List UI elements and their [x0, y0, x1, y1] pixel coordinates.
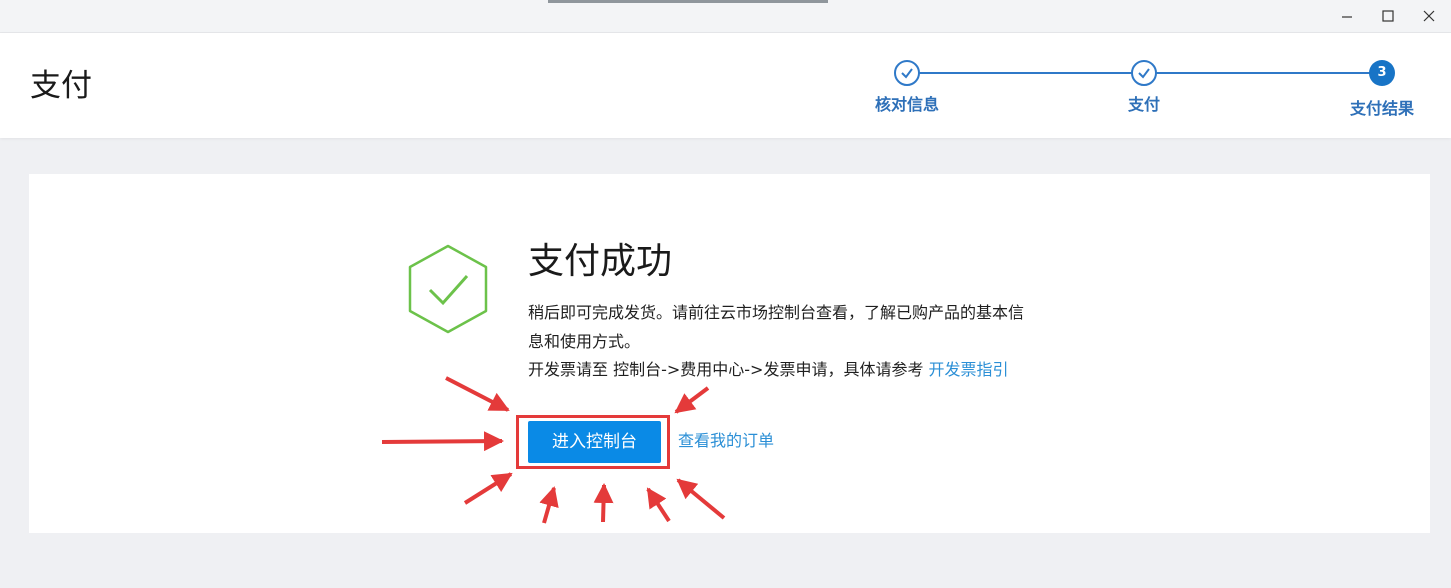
invoice-instruction: 开发票请至 控制台->费用中心->发票申请，具体请参考 开发票指引: [528, 360, 1009, 380]
close-icon[interactable]: [1419, 6, 1439, 26]
maximize-icon[interactable]: [1378, 6, 1398, 26]
result-description-line2: 息和使用方式。: [528, 332, 641, 351]
enter-console-button[interactable]: 进入控制台: [528, 421, 661, 463]
result-description-line1: 稍后即可完成发货。请前往云市场控制台查看，了解已购产品的基本信: [528, 303, 1025, 322]
view-orders-link[interactable]: 查看我的订单: [678, 431, 774, 451]
step-check-icon: [894, 60, 920, 86]
page-title: 支付: [30, 68, 92, 104]
step-current-number: 3: [1369, 60, 1395, 86]
invoice-guide-link[interactable]: 开发票指引: [929, 360, 1009, 379]
result-card: 支付成功 稍后即可完成发货。请前往云市场控制台查看，了解已购产品的基本信 息和使…: [29, 174, 1430, 533]
step-check-icon: [1131, 60, 1157, 86]
invoice-instruction-text: 开发票请至 控制台->费用中心->发票申请，具体请参考: [528, 360, 929, 379]
result-title: 支付成功: [528, 241, 673, 282]
window-titlebar: [0, 0, 1451, 33]
step-label-result: 支付结果: [1349, 99, 1414, 118]
page-header: 支付 3 核对信息 支付 支付结果: [0, 33, 1451, 138]
step-label-verify: 核对信息: [874, 95, 939, 114]
minimize-icon[interactable]: [1337, 6, 1357, 26]
step-label-pay: 支付: [1127, 95, 1160, 114]
success-check-icon: [406, 243, 490, 335]
titlebar-strip: [548, 0, 828, 3]
